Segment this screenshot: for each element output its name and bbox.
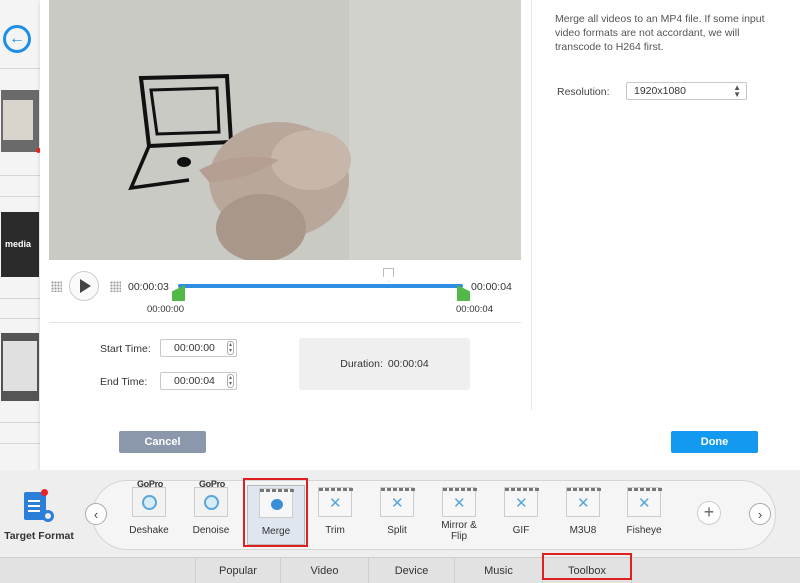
divider [49,322,521,323]
video-thumbnail[interactable] [1,90,39,152]
divider [0,422,40,423]
back-arrow-icon[interactable]: ← [3,25,31,53]
playhead-marker[interactable] [383,268,394,282]
play-button[interactable] [69,271,99,301]
divider [0,196,40,197]
tool-denoise[interactable]: GoPro Denoise [182,479,240,545]
video-thumbnail[interactable]: media [1,212,39,277]
start-time-input[interactable]: 00:00:00 ▴ ▾ [160,339,237,357]
done-button[interactable]: Done [671,431,758,453]
gopro-denoise-icon: GoPro [194,479,228,517]
stepper-icon[interactable]: ▴ ▾ [227,341,234,355]
tool-mirror-flip[interactable]: ✕ Mirror & Flip [430,485,488,545]
cancel-button[interactable]: Cancel [119,431,206,453]
gif-icon: ✕ [504,487,539,517]
fisheye-icon: ✕ [627,487,662,517]
tool-label: GIF [512,525,530,536]
end-time-label: End Time: [100,376,148,388]
target-format-button[interactable]: Target Format [0,489,78,547]
divider [0,443,40,444]
add-tool-icon[interactable]: + [697,501,721,525]
tool-label: Deshake [129,525,169,536]
chevron-updown-icon: ▲ ▼ [733,83,741,99]
tool-label: M3U8 [569,525,597,536]
selection-highlight [243,478,308,547]
gopro-badge: GoPro [136,479,163,489]
chevron-right-icon[interactable]: › [749,503,771,525]
tab-popular[interactable]: Popular [195,558,280,583]
tool-gif[interactable]: ✕ GIF [492,485,550,545]
merge-dialog: Merge all videos to an MP4 file. If some… [40,0,800,470]
duration-label: Duration: [340,358,383,370]
video-frame [49,0,521,260]
trim-icon: ✕ [318,487,353,517]
split-icon: ✕ [380,487,415,517]
divider [0,318,40,319]
chevron-left-icon[interactable]: ‹ [85,503,107,525]
start-time-value: 00:00:00 [174,342,215,354]
divider [0,298,40,299]
tool-split[interactable]: ✕ Split [368,485,426,545]
background-file-list: ← media [0,0,40,470]
tool-m3u8[interactable]: ✕ M3U8 [554,485,612,545]
tool-label: Mirror & Flip [441,520,477,542]
tool-trim[interactable]: ✕ Trim [306,485,364,545]
duration-value: 00:00:04 [387,358,429,370]
tool-label: Trim [325,525,345,536]
stepper-icon[interactable]: ▴ ▾ [227,374,234,388]
trim-end-handle[interactable] [457,285,470,301]
settings-panel: Merge all videos to an MP4 file. If some… [531,0,800,410]
range-start-time: 00:00:00 [147,304,184,315]
timeline-range-bar[interactable] [178,284,463,288]
divider [0,68,40,69]
resolution-label: Resolution: [557,86,610,98]
category-tabs: Popular Video Device Music Toolbox [0,557,800,583]
resolution-select[interactable]: 1920x1080 ▲ ▼ [626,82,747,100]
tab-device[interactable]: Device [368,558,454,583]
resolution-value: 1920x1080 [634,85,686,97]
current-time: 00:00:03 [128,281,169,293]
tool-deshake[interactable]: GoPro Deshake [120,479,178,545]
gopro-badge: GoPro [198,479,225,489]
tool-fisheye[interactable]: ✕ Fisheye [615,485,673,545]
tool-label: Denoise [192,525,230,536]
gopro-deshake-icon: GoPro [132,479,166,517]
tab-video[interactable]: Video [280,558,368,583]
divider [0,175,40,176]
end-time-input[interactable]: 00:00:04 ▴ ▾ [160,372,237,390]
notification-dot [41,489,48,496]
start-time-label: Start Time: [100,343,151,355]
tab-music[interactable]: Music [454,558,542,583]
video-preview [49,0,521,260]
video-thumbnail[interactable] [1,333,39,401]
active-tab-highlight [542,553,632,580]
m3u8-icon: ✕ [566,487,601,517]
merge-description: Merge all videos to an MP4 file. If some… [555,13,765,53]
gear-icon [42,510,54,522]
tool-label: Fisheye [626,525,662,536]
tool-label: Split [387,525,407,536]
end-time-value: 00:00:04 [174,375,215,387]
range-end-time: 00:00:04 [456,304,493,315]
thumbnail-text: media [5,239,32,249]
grip-handle-icon[interactable] [51,281,62,292]
mirror-flip-icon: ✕ [442,487,477,517]
total-time: 00:00:04 [471,281,512,293]
play-icon [80,279,91,293]
target-format-label: Target Format [4,530,74,542]
duration-display: Duration: 00:00:04 [299,338,470,390]
grip-handle-icon[interactable] [110,281,121,292]
